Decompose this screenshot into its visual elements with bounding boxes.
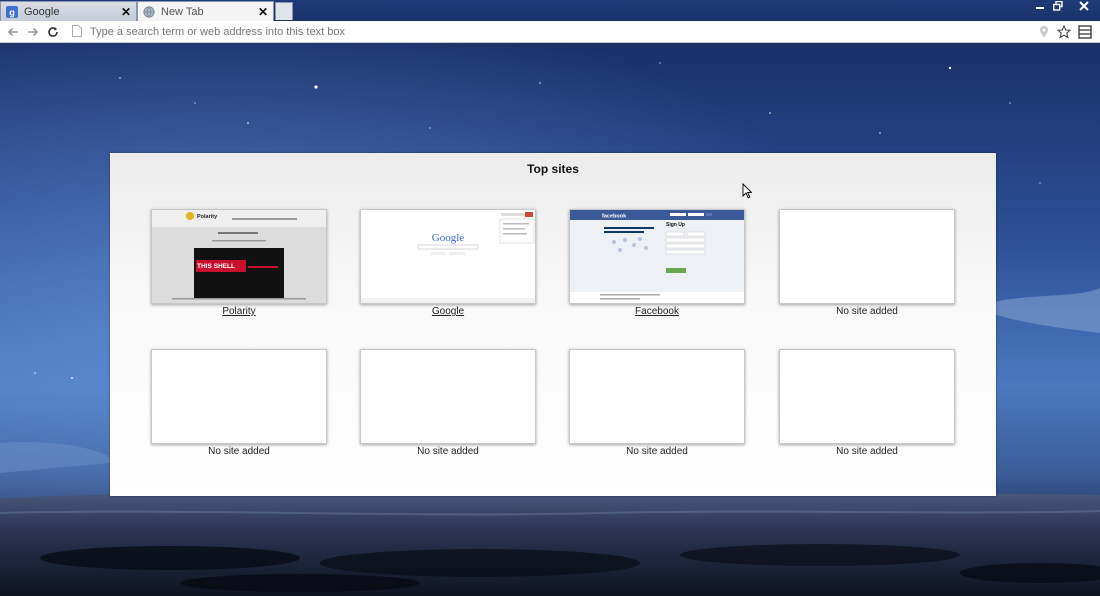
- reload-button[interactable]: [45, 24, 61, 40]
- svg-text:g: g: [9, 7, 15, 17]
- location-pin-icon: [1040, 26, 1048, 38]
- top-site-tile-empty[interactable]: No site added: [569, 349, 745, 457]
- facebook-signup-heading: Sign Up: [666, 222, 685, 228]
- tab-title: New Tab: [161, 5, 204, 18]
- menu-icon: [1078, 25, 1092, 39]
- toolbar: [0, 21, 1100, 43]
- restore-icon[interactable]: [1050, 0, 1066, 12]
- location-button[interactable]: [1036, 24, 1052, 40]
- top-site-tile-empty[interactable]: No site added: [779, 209, 955, 317]
- panel-title: Top sites: [527, 162, 579, 176]
- forward-button[interactable]: [25, 24, 41, 40]
- top-site-tile-polarity[interactable]: Polarity THIS SHELL Polarity: [151, 209, 327, 317]
- back-arrow-icon: [7, 27, 18, 37]
- empty-thumbnail[interactable]: [779, 209, 955, 304]
- polarity-brand: Polarity: [197, 214, 218, 220]
- facebook-thumbnail[interactable]: facebook Sign Up: [569, 209, 745, 304]
- polarity-thumbnail[interactable]: Polarity THIS SHELL: [151, 209, 327, 304]
- menu-button[interactable]: [1077, 24, 1093, 40]
- back-button[interactable]: [5, 24, 21, 40]
- new-tab-button[interactable]: [275, 2, 293, 20]
- tile-label: No site added: [836, 306, 898, 317]
- bookmark-button[interactable]: [1056, 24, 1072, 40]
- google-logo: Google: [432, 232, 465, 244]
- top-site-tile-google[interactable]: Google Google: [360, 209, 536, 317]
- page-icon: [72, 25, 82, 37]
- forward-arrow-icon: [28, 27, 39, 37]
- empty-thumbnail[interactable]: [569, 349, 745, 444]
- tile-label[interactable]: Facebook: [569, 306, 745, 317]
- minimize-icon[interactable]: [1032, 0, 1048, 12]
- facebook-brand: facebook: [602, 214, 627, 220]
- top-site-tile-facebook[interactable]: facebook Sign Up Facebook: [569, 209, 745, 317]
- close-window-icon[interactable]: [1076, 0, 1092, 12]
- top-site-tile-empty[interactable]: No site added: [360, 349, 536, 457]
- empty-thumbnail[interactable]: [360, 349, 536, 444]
- title-bar: g Google ✕ New Tab ✕: [0, 0, 1100, 21]
- tile-label[interactable]: Polarity: [151, 306, 327, 317]
- tab-google[interactable]: g Google ✕: [0, 1, 137, 21]
- close-tab-icon[interactable]: ✕: [119, 5, 133, 19]
- tile-label: No site added: [626, 446, 688, 457]
- top-site-tile-empty[interactable]: No site added: [779, 349, 955, 457]
- google-thumbnail[interactable]: Google: [360, 209, 536, 304]
- close-tab-icon[interactable]: ✕: [256, 5, 270, 19]
- polarity-banner: THIS SHELL: [197, 263, 235, 270]
- globe-icon: [143, 5, 155, 18]
- star-icon: [1057, 25, 1071, 39]
- address-bar-input[interactable]: [86, 23, 1034, 40]
- empty-thumbnail[interactable]: [779, 349, 955, 444]
- tile-label[interactable]: Google: [360, 306, 536, 317]
- google-g-icon: g: [6, 5, 18, 18]
- top-site-tile-empty[interactable]: No site added: [151, 349, 327, 457]
- tab-title: Google: [24, 5, 60, 18]
- tile-label: No site added: [417, 446, 479, 457]
- top-sites-panel: Top sites Polarity THIS SHELL Polarity G…: [110, 153, 996, 496]
- mouse-cursor-icon: [742, 183, 752, 199]
- reload-icon: [48, 27, 58, 37]
- tile-label: No site added: [836, 446, 898, 457]
- tile-label: No site added: [208, 446, 270, 457]
- tab-new-tab[interactable]: New Tab ✕: [137, 1, 274, 21]
- empty-thumbnail[interactable]: [151, 349, 327, 444]
